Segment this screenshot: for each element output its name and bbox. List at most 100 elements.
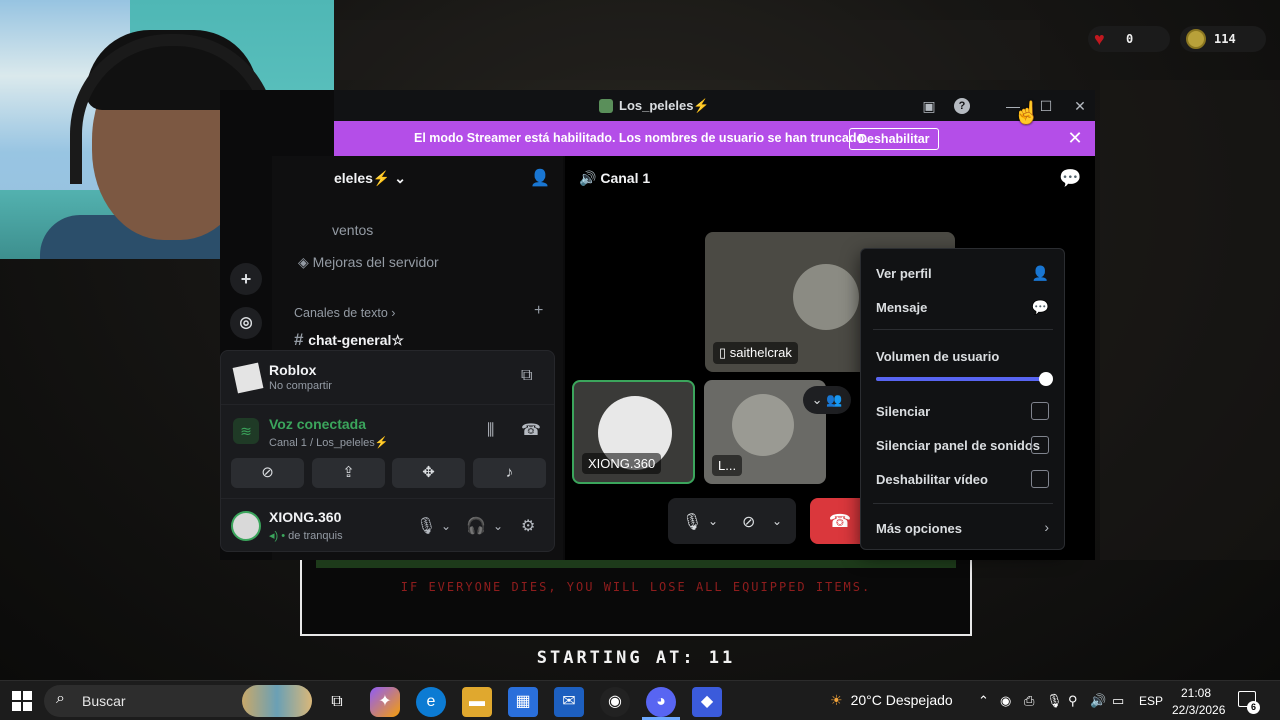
sidebar-item-label: ventos (332, 222, 374, 238)
disable-streamer-button[interactable]: Deshabilitar (849, 128, 939, 150)
chevron-right-icon: › (391, 306, 396, 320)
phone-link-icon[interactable]: ⎙ (1024, 693, 1034, 709)
discord-app-icon[interactable]: ◕ (646, 687, 676, 717)
language-indicator[interactable]: ESP (1139, 694, 1163, 708)
menu-item-view-profile[interactable]: Ver perfil (876, 266, 932, 281)
mute-soundboard-checkbox[interactable] (1031, 436, 1049, 454)
channel-chat-general[interactable]: # chat-general☆ (294, 330, 404, 350)
edge-browser-icon[interactable]: e (416, 687, 446, 717)
speaker-icon: 🔊 (579, 170, 601, 186)
microphone-icon[interactable]: 🎙 (1046, 693, 1063, 709)
chevron-down-icon[interactable]: ⌄ (441, 519, 451, 533)
call-header: 🔊 Canal 1 (579, 170, 650, 187)
phone-icon: ▯ (719, 345, 730, 360)
obs-tray-icon[interactable]: ◉ (1000, 693, 1011, 709)
volume-icon[interactable]: 🔊 (1090, 693, 1106, 709)
sidebar-item-server-boosts[interactable]: ◈ Mejoras del servidor (298, 254, 439, 271)
heart-icon: ♥ (1094, 29, 1105, 49)
call-controls: 🎙 ⌄ ⊘ ⌄ (668, 498, 796, 544)
activities-button[interactable]: ✥ (392, 458, 465, 488)
camera-off-icon[interactable]: ⊘ (742, 512, 755, 532)
disable-video-checkbox[interactable] (1031, 470, 1049, 488)
invite-people-icon[interactable]: 👤 (530, 168, 550, 188)
coins-value: 114 (1214, 32, 1236, 46)
gear-icon[interactable]: ⚙ (521, 516, 535, 536)
boost-icon: ◈ (298, 254, 313, 270)
windows-logo-tile (23, 691, 32, 700)
file-explorer-icon[interactable]: ▬ (462, 687, 492, 717)
task-view-icon[interactable]: ⧉ (322, 687, 352, 717)
help-icon[interactable]: ? (954, 98, 970, 114)
volume-slider-handle[interactable] (1039, 372, 1053, 386)
participant-label: saithelcrak (729, 345, 792, 360)
menu-item-more-options[interactable]: Más opciones (876, 521, 962, 536)
close-icon[interactable]: ✕ (1064, 127, 1086, 149)
menu-item-message[interactable]: Mensaje (876, 300, 927, 315)
server-name-header[interactable]: eleles⚡ ⌄ (334, 170, 406, 187)
game-panel-bar (316, 560, 956, 568)
text-channels-category[interactable]: Canales de texto › (294, 306, 395, 320)
speaker-icon: ◂) • (269, 530, 289, 542)
notification-count: 6 (1247, 701, 1260, 714)
network-icon[interactable]: ⚲ (1068, 693, 1078, 709)
mouse-cursor-icon: ☝ (1013, 100, 1041, 125)
headphones-icon[interactable]: 🎧 (466, 516, 486, 536)
chevron-down-icon[interactable]: ⌄ (493, 519, 503, 533)
chevron-down-icon[interactable]: ⌄ (708, 514, 718, 528)
avatar[interactable] (231, 511, 261, 541)
microsoft-store-icon[interactable]: ▦ (508, 687, 538, 717)
weather-text: 20°C Despejado (850, 692, 953, 708)
user-context-menu: Ver perfil 👤 Mensaje 💬 Volumen de usuari… (860, 248, 1065, 550)
roblox-app-icon[interactable]: ◆ (692, 687, 722, 717)
camera-off-button[interactable]: ⊘ (231, 458, 304, 488)
menu-item-mute-soundboard[interactable]: Silenciar panel de sonidos (876, 438, 1040, 453)
chat-icon[interactable]: 💬 (1059, 168, 1081, 189)
add-server-button[interactable]: + (230, 263, 262, 295)
inbox-icon[interactable]: ▣ (920, 97, 938, 115)
add-channel-icon[interactable]: + (534, 302, 543, 320)
clock-time[interactable]: 21:08 (1181, 686, 1211, 700)
people-icon: 👥 (826, 392, 843, 407)
menu-item-mute[interactable]: Silenciar (876, 404, 930, 419)
game-coins-counter: 114 (1180, 26, 1266, 52)
windows-logo-tile (12, 702, 21, 711)
participant-tile[interactable]: XIONG.360 (572, 380, 695, 484)
microphone-icon[interactable]: 🎙 (416, 516, 436, 536)
user-volume-slider[interactable] (876, 372, 1053, 386)
menu-item-disable-video[interactable]: Deshabilitar vídeo (876, 472, 988, 487)
window-title-text: Los_peleles⚡ (619, 98, 710, 113)
sidebar-item-events[interactable]: ventos (332, 222, 373, 238)
explore-servers-icon[interactable]: ◎ (230, 307, 262, 339)
microphone-icon[interactable]: 🎙 (682, 512, 702, 532)
screen-share-icon[interactable]: ⧉ (521, 367, 532, 385)
close-window-button[interactable]: ✕ (1071, 97, 1089, 115)
voice-connection-row: ≋ Voz conectada Canal 1 / Los_peleles⚡ ⫼… (221, 406, 554, 496)
mail-icon[interactable]: ✉ (554, 687, 584, 717)
soundboard-button[interactable]: ♪ (473, 458, 546, 488)
participants-toggle[interactable]: ⌄ 👥 (803, 386, 851, 414)
server-icon (599, 99, 613, 113)
share-screen-button[interactable]: ⇪ (312, 458, 385, 488)
obs-icon[interactable]: ◉ (600, 687, 630, 717)
participant-avatar (793, 264, 859, 330)
coin-icon (1186, 29, 1206, 49)
mute-checkbox[interactable] (1031, 402, 1049, 420)
taskbar-search[interactable]: ⌕ Buscar (44, 685, 312, 717)
activity-row: Roblox No compartir ⧉ (221, 351, 554, 405)
copilot-icon[interactable]: ✦ (370, 687, 400, 717)
disconnect-icon[interactable]: ☎ (521, 420, 541, 440)
sidebar-item-label: Mejoras del servidor (312, 254, 439, 270)
streamer-mode-banner: El modo Streamer está habilitado. Los no… (334, 121, 1095, 156)
start-button[interactable] (12, 691, 32, 711)
weather-icon: ☀ (830, 692, 843, 708)
chevron-down-icon[interactable]: ⌄ (772, 514, 782, 528)
clock-date[interactable]: 22/3/2026 (1172, 703, 1225, 717)
noise-suppression-icon[interactable]: ⫼ (487, 422, 494, 440)
game-countdown-text: STARTING AT: 11 (536, 648, 736, 668)
menu-label-user-volume: Volumen de usuario (876, 349, 1000, 364)
weather-widget[interactable]: ☀ 20°C Despejado (830, 692, 953, 709)
windows-logo-tile (12, 691, 21, 700)
display-icon[interactable]: ▭ (1112, 693, 1124, 709)
chevron-up-icon[interactable]: ⌃ (978, 693, 989, 709)
voice-location: Canal 1 / Los_peleles⚡ (269, 437, 389, 449)
